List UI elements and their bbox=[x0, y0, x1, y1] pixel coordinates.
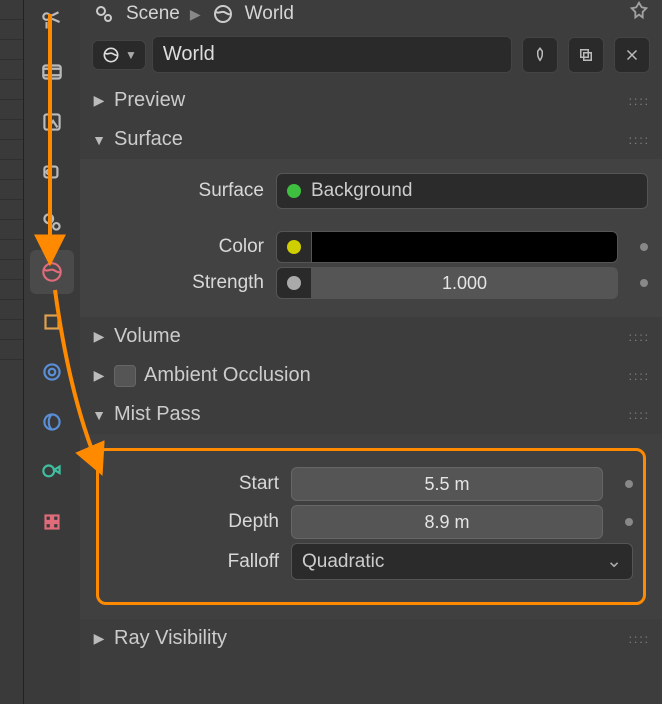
render-tab[interactable] bbox=[30, 0, 74, 44]
world-icon bbox=[211, 2, 235, 26]
drag-handle-icon[interactable]: :::: bbox=[629, 369, 650, 383]
color-preview[interactable] bbox=[312, 231, 618, 263]
mist-falloff-label: Falloff bbox=[109, 551, 279, 573]
mist-label: Mist Pass bbox=[114, 403, 201, 426]
disclosure-right-icon: ▶ bbox=[92, 92, 106, 109]
drag-handle-icon[interactable]: :::: bbox=[629, 408, 650, 422]
chevron-down-icon: ⌄ bbox=[606, 550, 622, 573]
scene-tab[interactable] bbox=[30, 150, 74, 194]
mist-start-label: Start bbox=[109, 473, 279, 495]
color-socket-icon bbox=[287, 240, 301, 254]
preview-section-header[interactable]: ▶ Preview :::: bbox=[80, 81, 662, 120]
animate-dot-icon[interactable] bbox=[625, 480, 633, 488]
world-datablock-selector[interactable]: ▼ bbox=[92, 40, 146, 70]
timeline-strip bbox=[0, 0, 24, 704]
world-tab[interactable] bbox=[30, 250, 74, 294]
strength-field[interactable]: 1.000 bbox=[276, 267, 618, 299]
view-layer-tab[interactable] bbox=[30, 100, 74, 144]
scene-icon bbox=[92, 2, 116, 26]
volume-label: Volume bbox=[114, 325, 181, 348]
breadcrumb: Scene ▶ World bbox=[80, 0, 662, 28]
modifiers-tab[interactable] bbox=[30, 350, 74, 394]
preview-label: Preview bbox=[114, 89, 185, 112]
animate-dot-icon[interactable] bbox=[640, 243, 648, 251]
mist-section-header[interactable]: ▼ Mist Pass :::: bbox=[80, 395, 662, 434]
annotation-highlight: Start 5.5 m Depth 8.9 m Falloff Quadrati… bbox=[96, 448, 646, 605]
drag-handle-icon[interactable]: :::: bbox=[629, 133, 650, 147]
mist-section-body: Start 5.5 m Depth 8.9 m Falloff Quadrati… bbox=[80, 434, 662, 619]
ray-section-header[interactable]: ▶ Ray Visibility :::: bbox=[80, 619, 662, 658]
mist-falloff-enum[interactable]: Quadratic ⌄ bbox=[291, 543, 633, 580]
ao-checkbox[interactable] bbox=[114, 365, 136, 387]
animate-dot-icon[interactable] bbox=[625, 518, 633, 526]
mist-falloff-value: Quadratic bbox=[302, 551, 384, 573]
disclosure-right-icon: ▶ bbox=[92, 630, 106, 647]
new-datablock-button[interactable] bbox=[568, 37, 604, 73]
surface-section-header[interactable]: ▼ Surface :::: bbox=[80, 120, 662, 159]
strength-label: Strength bbox=[94, 272, 264, 294]
animate-dot-icon[interactable] bbox=[640, 279, 648, 287]
surface-shader-enum[interactable]: Background bbox=[276, 173, 648, 209]
ao-label: Ambient Occlusion bbox=[144, 364, 311, 387]
properties-tab-column bbox=[24, 0, 80, 704]
shader-swatch-icon bbox=[287, 184, 301, 198]
disclosure-down-icon: ▼ bbox=[92, 132, 106, 148]
disclosure-right-icon: ▶ bbox=[92, 367, 106, 384]
physics-tab[interactable] bbox=[30, 450, 74, 494]
chevron-right-icon: ▶ bbox=[190, 6, 201, 23]
mist-start-field[interactable]: 5.5 m bbox=[291, 467, 603, 501]
strength-value[interactable]: 1.000 bbox=[312, 267, 618, 299]
particles-tab[interactable] bbox=[30, 400, 74, 444]
surface-section-body: Surface Background Color Strength bbox=[80, 159, 662, 317]
surface-shader-value: Background bbox=[311, 180, 412, 202]
properties-panel: Scene ▶ World ▼ ▶ Preview :::: ▼ Surface bbox=[80, 0, 662, 704]
value-socket-icon bbox=[287, 276, 301, 290]
surface-label: Surface bbox=[114, 128, 183, 151]
output-tab[interactable] bbox=[30, 50, 74, 94]
disclosure-down-icon: ▼ bbox=[92, 407, 106, 423]
fake-user-button[interactable] bbox=[522, 37, 558, 73]
breadcrumb-world[interactable]: World bbox=[245, 3, 294, 25]
ray-label: Ray Visibility bbox=[114, 627, 227, 650]
datablock-row: ▼ bbox=[80, 28, 662, 81]
drag-handle-icon[interactable]: :::: bbox=[629, 330, 650, 344]
object-tab[interactable] bbox=[30, 300, 74, 344]
material-tab[interactable] bbox=[30, 500, 74, 544]
mist-start-value: 5.5 m bbox=[424, 474, 469, 495]
pin-icon[interactable] bbox=[628, 0, 650, 28]
mist-depth-field[interactable]: 8.9 m bbox=[291, 505, 603, 539]
world-color-field[interactable] bbox=[276, 231, 618, 263]
volume-section-header[interactable]: ▶ Volume :::: bbox=[80, 317, 662, 356]
drag-handle-icon[interactable]: :::: bbox=[629, 94, 650, 108]
mist-depth-value: 8.9 m bbox=[424, 512, 469, 533]
breadcrumb-scene[interactable]: Scene bbox=[126, 3, 180, 25]
world-name-input[interactable] bbox=[152, 36, 512, 73]
ao-section-header[interactable]: ▶ Ambient Occlusion :::: bbox=[80, 356, 662, 395]
surface-shader-label: Surface bbox=[94, 180, 264, 202]
color-label: Color bbox=[94, 236, 264, 258]
drag-handle-icon[interactable]: :::: bbox=[629, 632, 650, 646]
disclosure-right-icon: ▶ bbox=[92, 328, 106, 345]
mist-depth-label: Depth bbox=[109, 511, 279, 533]
scene-tab-alt[interactable] bbox=[30, 200, 74, 244]
unlink-button[interactable] bbox=[614, 37, 650, 73]
